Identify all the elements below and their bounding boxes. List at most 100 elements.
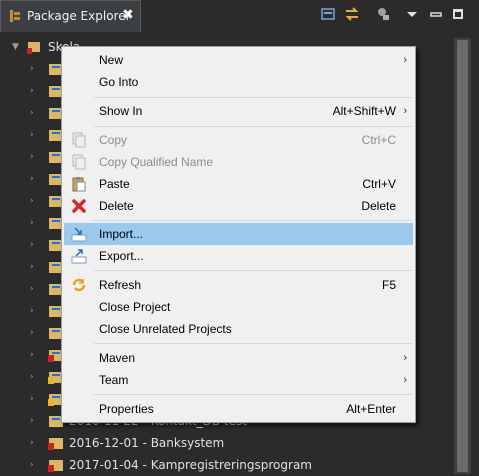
tree-item[interactable]: › — [0, 146, 63, 168]
tree-item[interactable]: › — [0, 366, 63, 388]
paste-icon — [72, 177, 86, 192]
menu-item-properties[interactable]: Properties Alt+Enter — [64, 398, 413, 420]
menu-item-shortcut: Delete — [361, 199, 396, 213]
menu-separator — [94, 220, 412, 221]
vertical-scrollbar[interactable] — [454, 38, 471, 474]
menu-item-label: Show In — [99, 104, 143, 118]
menu-item-label: Delete — [99, 199, 134, 213]
tree-item[interactable]: › — [0, 58, 63, 80]
menu-item-close-project[interactable]: Close Project — [64, 296, 413, 318]
chevron-right-icon[interactable]: › — [30, 152, 40, 162]
menu-item-show-in[interactable]: Show In Alt+Shift+W › — [64, 100, 413, 122]
close-icon[interactable]: ✖ — [122, 7, 134, 23]
menu-item-copy[interactable]: Copy Ctrl+C — [64, 129, 413, 151]
chevron-right-icon[interactable]: › — [30, 350, 40, 360]
tree-item[interactable]: › — [0, 344, 63, 366]
chevron-right-icon[interactable]: › — [30, 174, 40, 184]
view-toolbar: Package Explorer ✖ — [0, 0, 479, 32]
scrollbar-thumb[interactable] — [457, 40, 468, 472]
menu-item-label: Copy Qualified Name — [99, 155, 214, 169]
tree-item[interactable]: › — [0, 102, 63, 124]
tree-item[interactable]: › — [0, 234, 63, 256]
chevron-right-icon: › — [403, 374, 407, 386]
menu-item-copy-qualified-name[interactable]: Copy Qualified Name — [64, 151, 413, 173]
menu-item-delete[interactable]: Delete Delete — [64, 195, 413, 217]
menu-separator — [94, 97, 412, 98]
tree-item[interactable]: › — [0, 322, 63, 344]
copy-qualified-name-icon — [72, 154, 86, 170]
chevron-right-icon[interactable]: › — [30, 262, 40, 272]
menu-item-label: Go Into — [99, 75, 139, 89]
chevron-right-icon: › — [403, 54, 407, 66]
chevron-right-icon[interactable]: › — [30, 306, 40, 316]
menu-item-new[interactable]: New › — [64, 49, 413, 71]
tree-item[interactable]: › — [0, 212, 63, 234]
menu-separator — [94, 343, 412, 344]
chevron-right-icon[interactable]: › — [30, 240, 40, 250]
menu-item-close-unrelated-projects[interactable]: Close Unrelated Projects — [64, 318, 413, 340]
menu-item-label: Export... — [99, 249, 144, 263]
tree-item[interactable]: › — [0, 256, 63, 278]
package-explorer-icon — [10, 10, 20, 22]
export-icon — [71, 249, 87, 264]
tree-item[interactable]: › — [0, 300, 63, 322]
menu-item-maven[interactable]: Maven › — [64, 347, 413, 369]
context-menu: New › Go Into Show In Alt+Shift+W › Copy… — [61, 46, 416, 423]
tab-package-explorer[interactable]: Package Explorer ✖ — [0, 0, 141, 32]
chevron-right-icon[interactable]: › — [30, 284, 40, 294]
tree-item[interactable]: › — [0, 80, 63, 102]
tree-item[interactable]: › 2016-12-01 - Banksystem — [0, 432, 450, 454]
menu-item-label: Copy — [99, 133, 128, 147]
chevron-down-icon[interactable]: ▼ — [12, 36, 19, 58]
chevron-right-icon[interactable]: › — [30, 64, 40, 74]
refresh-icon — [72, 278, 86, 292]
java-project-error-icon — [48, 460, 63, 472]
chevron-right-icon[interactable]: › — [30, 372, 40, 382]
java-project-error-icon — [48, 438, 63, 450]
menu-item-shortcut: F5 — [381, 278, 396, 292]
menu-item-label: Refresh — [99, 278, 142, 292]
tree-item[interactable]: › — [0, 388, 63, 410]
copy-icon — [72, 132, 86, 148]
delete-icon — [72, 199, 86, 213]
chevron-right-icon: › — [403, 105, 407, 117]
chevron-right-icon[interactable]: › — [30, 130, 40, 140]
menu-item-label: Maven — [99, 351, 136, 365]
focus-icon[interactable] — [376, 6, 392, 22]
minimize-icon[interactable] — [428, 6, 444, 22]
menu-item-shortcut: Alt+Shift+W — [332, 104, 396, 118]
chevron-right-icon[interactable]: › — [30, 108, 40, 118]
menu-item-label: Close Unrelated Projects — [99, 322, 232, 336]
menu-separator — [94, 394, 412, 395]
collapse-all-icon[interactable] — [320, 6, 336, 22]
chevron-right-icon[interactable]: › — [30, 394, 40, 404]
chevron-right-icon[interactable]: › — [30, 196, 40, 206]
menu-item-label: Team — [99, 373, 129, 387]
menu-item-team[interactable]: Team › — [64, 369, 413, 391]
menu-separator — [94, 270, 412, 271]
tree-item[interactable]: › — [0, 190, 63, 212]
view-menu-icon[interactable] — [404, 6, 420, 22]
menu-item-go-into[interactable]: Go Into — [64, 71, 413, 93]
maximize-icon[interactable] — [450, 6, 466, 22]
menu-item-label: Import... — [99, 227, 144, 241]
tree-item[interactable]: › — [0, 168, 63, 190]
chevron-right-icon[interactable]: › — [30, 218, 40, 228]
working-set-icon — [27, 42, 40, 54]
chevron-right-icon[interactable]: › — [30, 86, 40, 96]
tree-item[interactable]: › — [0, 278, 63, 300]
menu-item-export[interactable]: Export... — [64, 245, 413, 267]
menu-item-import[interactable]: Import... — [64, 223, 413, 245]
tree-item[interactable]: › — [0, 124, 63, 146]
chevron-right-icon[interactable]: › — [30, 416, 40, 426]
tree-item[interactable]: › 2017-01-04 - Kampregistreringsprogram — [0, 454, 450, 476]
menu-item-refresh[interactable]: Refresh F5 — [64, 274, 413, 296]
menu-separator — [94, 126, 412, 127]
menu-item-shortcut: Ctrl+V — [362, 177, 396, 191]
chevron-right-icon[interactable]: › — [30, 460, 40, 470]
chevron-right-icon[interactable]: › — [30, 328, 40, 338]
link-with-editor-icon[interactable] — [344, 6, 360, 22]
menu-item-paste[interactable]: Paste Ctrl+V — [64, 173, 413, 195]
chevron-right-icon[interactable]: › — [30, 438, 40, 448]
tree-item-label: 2016-12-01 - Banksystem — [69, 436, 225, 450]
